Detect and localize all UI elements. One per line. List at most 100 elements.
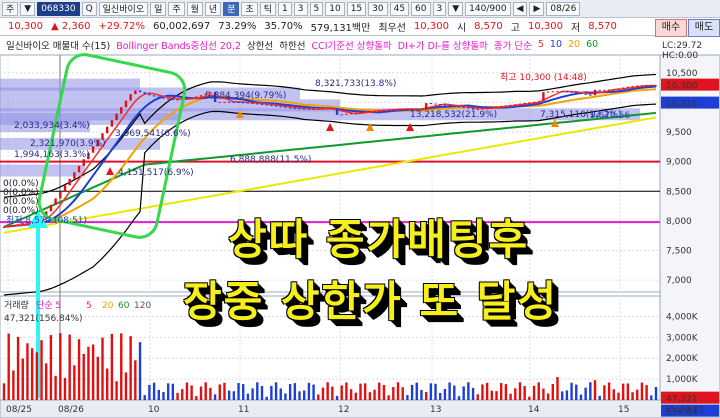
volume-bar-34 [162,391,165,400]
volume-bar-90 [424,391,428,400]
volume-bar-75 [354,392,357,400]
volume-bar-74 [349,389,353,400]
candle-124 [584,93,587,95]
volume-bar-91 [429,383,433,400]
candle-106 [500,105,503,107]
volume-bar-85 [401,387,404,400]
candle-36 [171,99,175,101]
candle-92 [434,103,437,105]
volume-bar-18 [87,346,90,400]
volume-bar-0 [2,383,6,400]
volume-bar-15 [73,365,76,400]
volume-bar-16 [77,339,81,400]
volume-bar-123 [579,394,583,400]
candle-132 [621,87,625,89]
volume-bar-27 [129,336,132,400]
volume-bar-38 [181,389,184,400]
candle-129 [607,89,611,91]
volume-bar-99 [467,382,470,400]
legend-hc: HC:0.00 [662,51,698,61]
candle-57 [270,105,273,107]
volume-bar-29 [138,342,142,400]
low-marker: 최저 8,570 (08:51) [6,215,87,226]
volume-bar-33 [157,389,160,400]
profile-bar-7 [0,164,85,177]
volume-bar-30 [143,395,146,400]
volume-bar-11 [54,375,57,400]
time-tick-4: 12 [338,405,349,415]
candle-25 [120,107,123,114]
candle-15 [73,172,76,179]
volume-bar-127 [598,395,601,400]
volume-bar-113 [532,385,536,400]
legend-lc: LC:29.72 [662,41,702,51]
candle-127 [598,89,601,91]
volume-bar-24 [115,381,118,400]
candle-118 [556,91,559,93]
volume-bar-9 [45,363,48,400]
price-tick-5: 8,000 [666,217,692,227]
volume-bar-130 [612,389,615,400]
volume-bar-128 [603,385,606,400]
candle-23 [110,120,114,127]
vol-tick-2: 2,000K [666,354,699,364]
candle-13 [63,185,67,192]
profile-label-5: 1,994,163(3.3%) [14,150,90,160]
price-tick-7: 7,000 [666,276,692,286]
candle-130 [612,89,615,91]
candle-66 [312,108,315,110]
candle-81 [382,109,386,111]
volume-bar-28 [134,360,137,400]
volume-bar-21 [101,337,104,400]
candle-138 [650,85,653,87]
candle-114 [537,101,540,103]
candle-17 [82,159,85,166]
candle-12 [59,191,62,199]
candle-16 [77,165,81,173]
volume-bar-56 [265,396,268,400]
candle-69 [326,108,329,110]
candle-32 [152,95,156,97]
volume-bar-112 [528,396,531,400]
low-value: 9,670.56 [590,111,630,121]
volume-bar-10 [49,335,53,400]
vol-tick-0: 4,000K [666,312,699,322]
candle-84 [396,108,400,110]
volume-bar-70 [331,386,334,400]
volume-bar-62 [293,383,297,400]
candle-0 [2,226,6,229]
volume-bar-82 [387,395,390,400]
volume-bar-108 [509,393,512,400]
volume-bar-61 [288,384,292,400]
volume-bar-136 [640,382,644,400]
volume-bar-36 [171,383,175,400]
candle-64 [303,108,306,110]
volume-bar-48 [227,390,231,400]
volume-bar-76 [359,383,362,400]
volume-bar-71 [335,395,339,400]
volume-bar-116 [546,393,550,400]
candle-24 [115,113,118,121]
candle-54 [256,103,259,105]
volume-bar-80 [378,382,381,400]
candle-107 [504,105,508,107]
profile-label-4: 2,321,970(3.9%) [30,139,106,149]
candle-60 [284,106,287,108]
time-tick-0: 08/25 [6,405,32,415]
volume-bar-43 [204,382,207,400]
candle-58 [274,105,278,107]
candle-135 [636,85,639,87]
candle-93 [439,104,442,106]
volume-bar-63 [298,391,301,400]
candle-63 [298,108,301,110]
candle-94 [443,104,447,106]
volume-bar-100 [471,387,475,400]
candle-61 [288,107,292,109]
volume-bar-111 [523,386,526,400]
volume-bar-87 [410,384,414,400]
volume-bar-5 [26,343,29,400]
volume-bar-115 [542,388,545,400]
volume-bar-41 [195,396,198,400]
overlay-line-1: 상따 종가배팅후 [228,215,530,264]
volume-bar-94 [443,388,447,400]
